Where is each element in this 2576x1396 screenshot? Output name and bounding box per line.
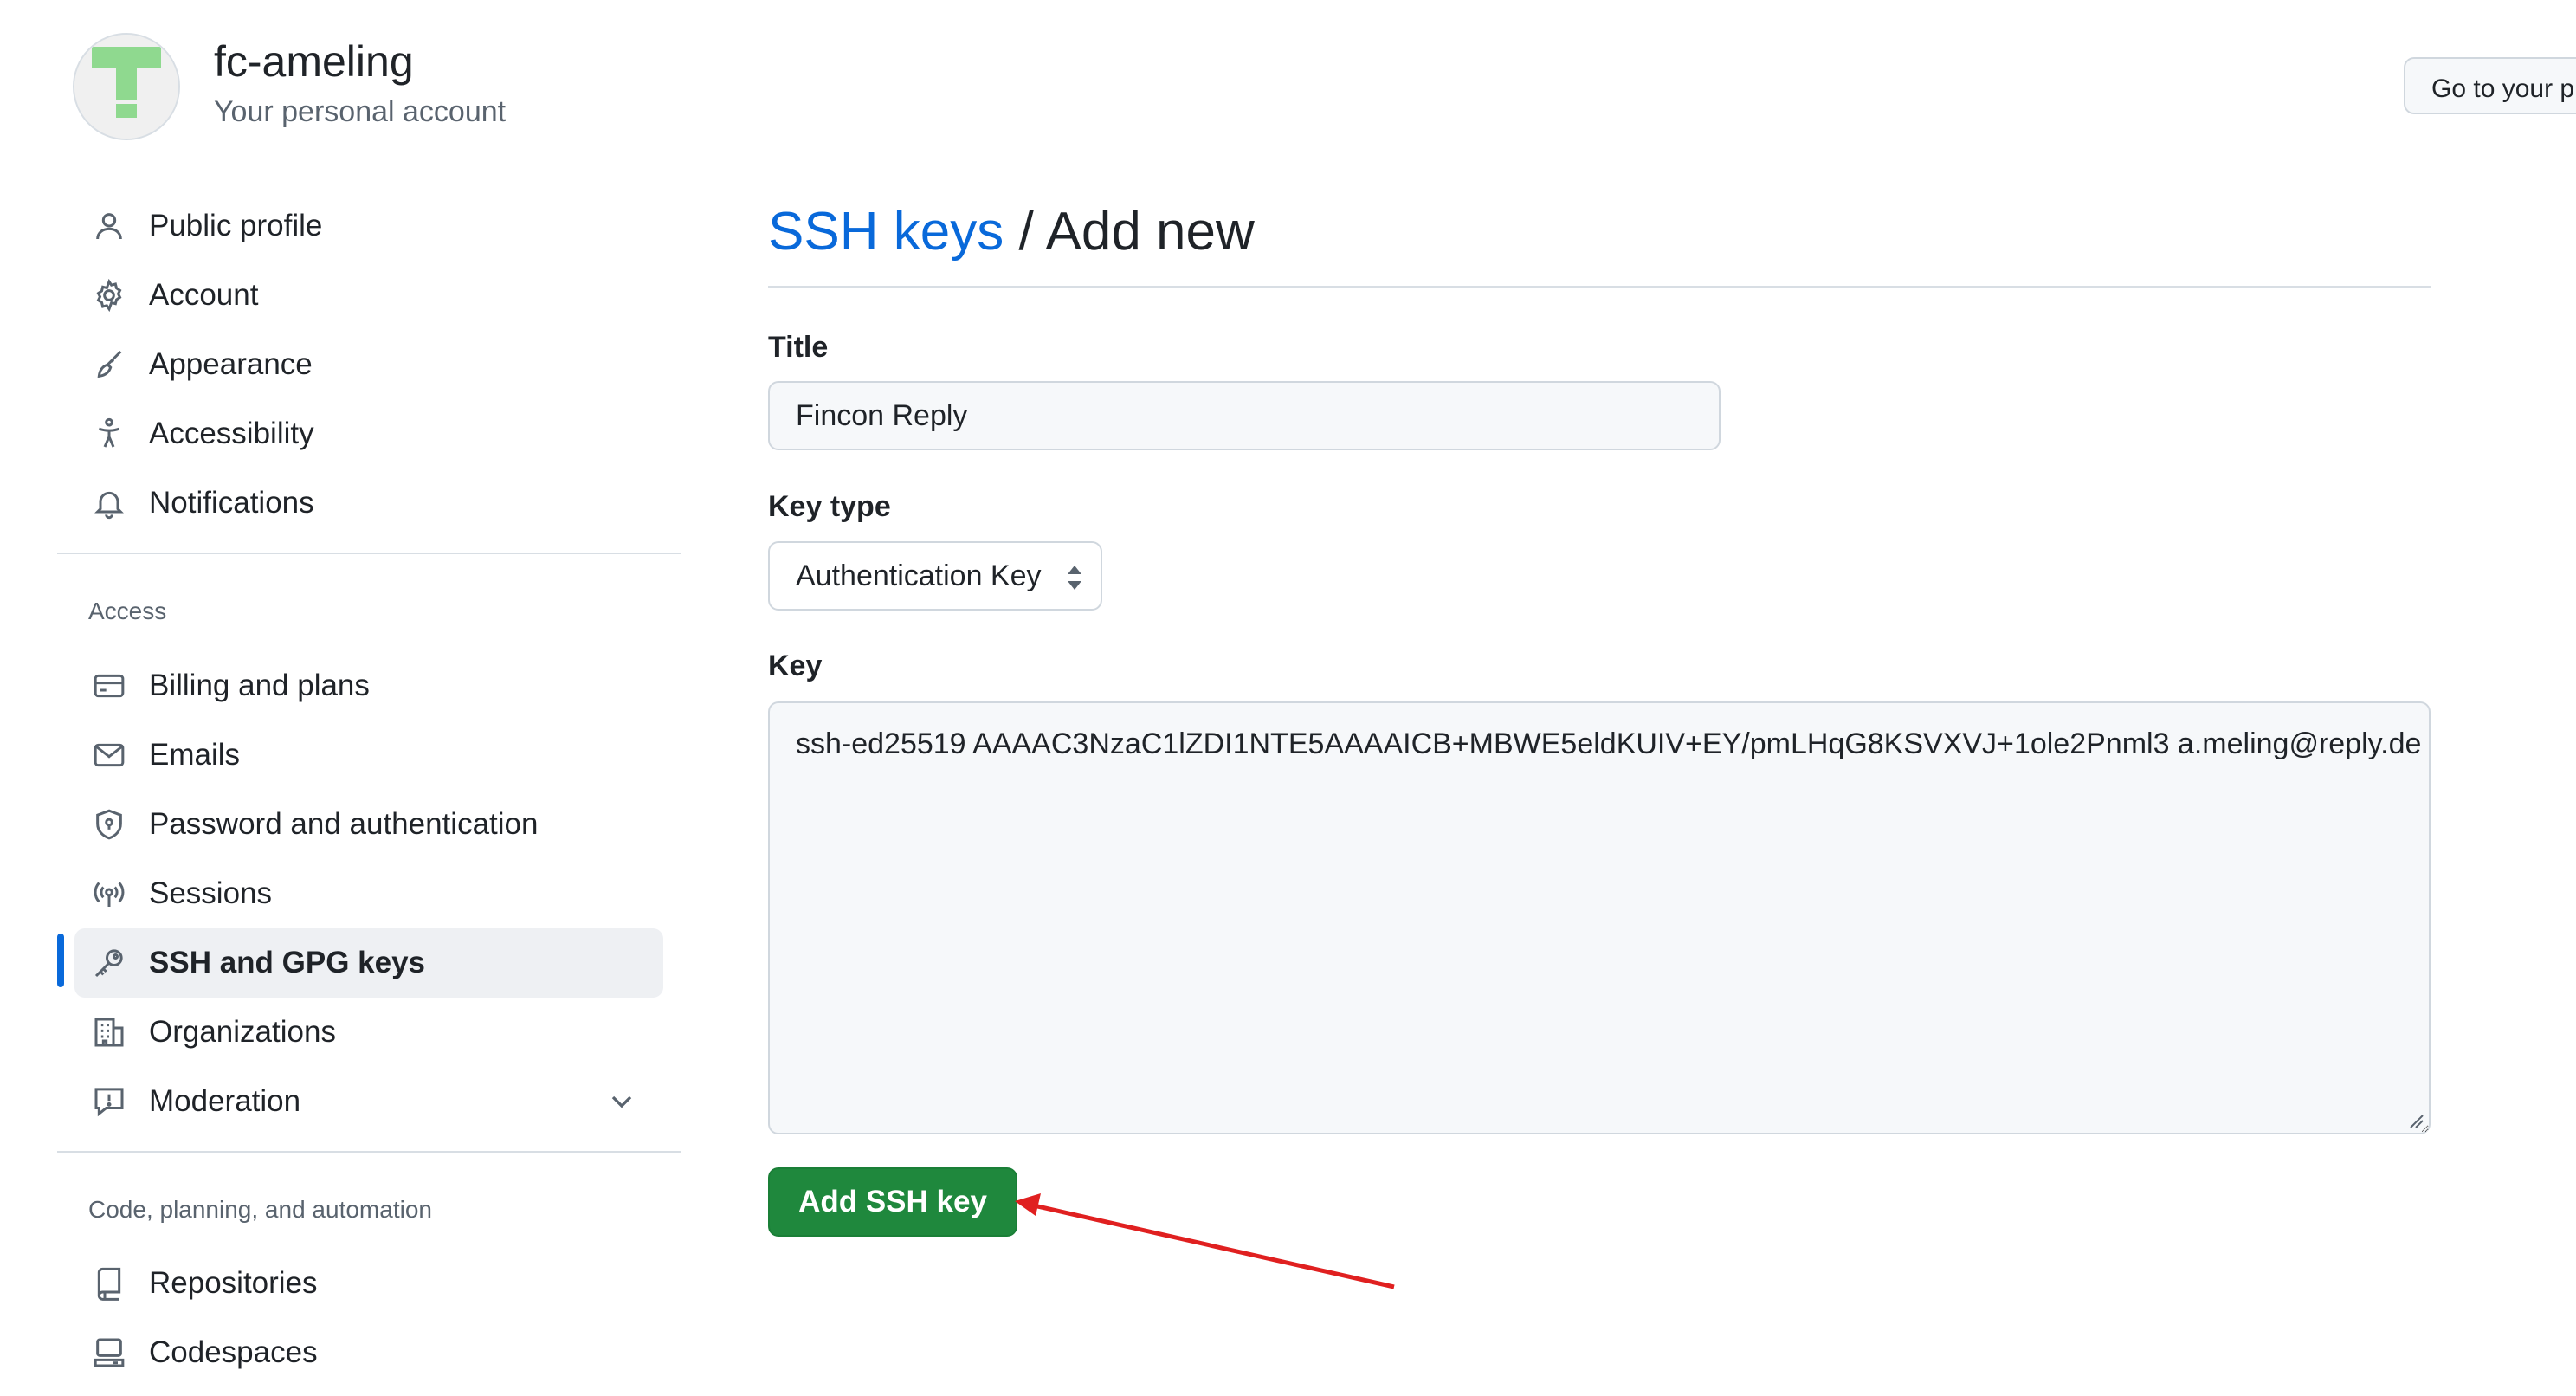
select-arrows-icon [1068, 566, 1081, 590]
sidebar-heading-access: Access [88, 598, 167, 624]
resize-handle-icon[interactable] [2407, 1112, 2424, 1129]
identicon-icon [74, 35, 178, 139]
sidebar-item-label: Emails [149, 738, 241, 772]
sidebar-item-repositories[interactable]: Repositories [74, 1249, 663, 1318]
breadcrumb-current: Add new [1045, 202, 1255, 262]
sidebar-heading-code: Code, planning, and automation [88, 1196, 432, 1223]
sidebar-item-account[interactable]: Account [74, 261, 663, 330]
sidebar-item-label: Appearance [149, 347, 313, 381]
accessibility-icon [98, 417, 120, 448]
report-icon [94, 1088, 124, 1117]
organization-icon [94, 1018, 124, 1047]
sidebar-item-public-profile[interactable]: Public profile [74, 191, 663, 261]
sidebar-item-emails[interactable]: Emails [74, 721, 663, 790]
key-icon [94, 949, 123, 978]
bell-icon [94, 491, 124, 520]
sidebar-item-billing[interactable]: Billing and plans [74, 651, 663, 721]
shield-lock-icon [96, 809, 122, 840]
sidebar-item-organizations[interactable]: Organizations [74, 998, 663, 1067]
title-divider [768, 286, 2431, 288]
gear-icon [96, 278, 122, 313]
title-label: Title [768, 331, 829, 364]
sidebar-item-label: Repositories [149, 1266, 318, 1300]
page-title: SSH keys / Add new [768, 201, 1255, 262]
sidebar-item-ssh-gpg-keys[interactable]: SSH and GPG keys [74, 928, 663, 998]
sidebar-item-appearance[interactable]: Appearance [74, 330, 663, 399]
sidebar-item-label: Billing and plans [149, 669, 370, 702]
breadcrumb-separator: / [1018, 202, 1034, 262]
sidebar-item-label: Sessions [149, 876, 273, 910]
avatar[interactable] [73, 33, 180, 140]
credit-card-icon [94, 674, 125, 698]
paintbrush-icon [97, 350, 122, 378]
sidebar-item-label: Password and authentication [149, 807, 539, 841]
account-name: fc-ameling [214, 37, 414, 86]
key-textarea[interactable]: ssh-ed25519 AAAAC3NzaC1lZDI1NTE5AAAAICB+… [768, 701, 2431, 1134]
add-ssh-key-button[interactable]: Add SSH key [768, 1167, 1017, 1237]
sidebar-item-codespaces[interactable]: Codespaces [74, 1318, 663, 1387]
sidebar-item-moderation[interactable]: Moderation [74, 1067, 663, 1136]
sidebar-item-accessibility[interactable]: Accessibility [74, 399, 663, 469]
sidebar-item-label: SSH and GPG keys [149, 946, 426, 979]
key-type-select[interactable]: Authentication Key [768, 541, 1102, 611]
title-input[interactable] [768, 381, 1721, 450]
sidebar-divider [57, 553, 681, 554]
sidebar-item-label: Accessibility [149, 417, 314, 450]
repo-icon [97, 1267, 121, 1301]
go-to-profile-button[interactable]: Go to your p [2404, 57, 2576, 114]
person-icon [96, 213, 122, 240]
sidebar-item-notifications[interactable]: Notifications [74, 469, 663, 538]
sidebar-item-password[interactable]: Password and authentication [74, 790, 663, 859]
broadcast-icon [94, 882, 125, 907]
key-type-label: Key type [768, 490, 891, 523]
annotation-arrow [1015, 1193, 1395, 1289]
sidebar-item-label: Account [149, 278, 259, 312]
breadcrumb-ssh-keys-link[interactable]: SSH keys [768, 202, 1004, 262]
sidebar-item-label: Moderation [149, 1084, 301, 1118]
chevron-down-icon[interactable] [604, 1084, 639, 1119]
sidebar-item-label: Organizations [149, 1015, 336, 1049]
sidebar-item-label: Codespaces [149, 1335, 318, 1369]
key-label: Key [768, 650, 823, 682]
key-type-selected: Authentication Key [796, 559, 1042, 592]
codespaces-icon [94, 1338, 125, 1367]
sidebar-divider [57, 1151, 681, 1153]
sidebar-item-sessions[interactable]: Sessions [74, 859, 663, 928]
active-indicator [57, 934, 64, 987]
sidebar-item-label: Public profile [149, 209, 323, 242]
sidebar-item-label: Notifications [149, 486, 314, 520]
mail-icon [94, 743, 125, 767]
account-subtitle: Your personal account [214, 95, 507, 128]
